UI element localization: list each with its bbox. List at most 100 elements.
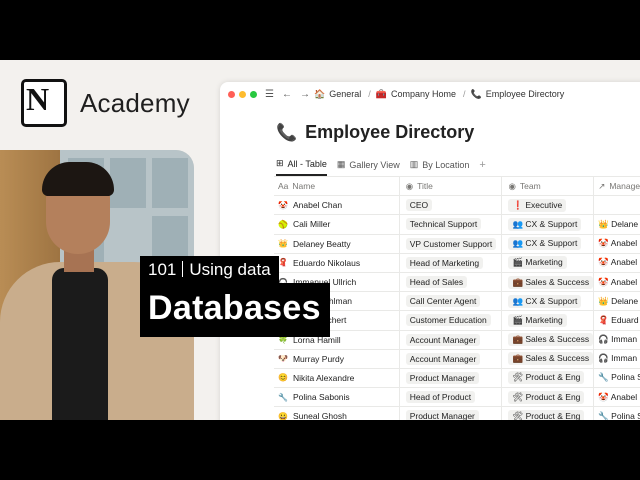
cell-manager[interactable]: 🎧 Imman	[594, 331, 640, 349]
forward-arrow-icon[interactable]: →	[300, 89, 310, 100]
avatar: 😀	[278, 411, 288, 420]
tab-all-table[interactable]: ⊞ All - Table	[276, 158, 327, 176]
team-tag: 🎬 Marketing	[508, 256, 567, 270]
cell-team[interactable]: 🛠 Product & Eng	[502, 388, 595, 407]
table-row[interactable]: 🐶 Murray Purdy Account Manager 💼 Sales & Su…	[274, 348, 640, 368]
cell-manager[interactable]: 👑 Delane	[594, 215, 640, 233]
brand: N Academy	[21, 79, 190, 127]
cell-name[interactable]: 🔧 Polina Sabonis	[274, 388, 400, 407]
title-tag: Account Manager	[405, 333, 481, 346]
cell-team[interactable]: 💼 Sales & Success	[502, 330, 595, 349]
table-row[interactable]: 🤡 Anabel Chan CEO ❗ Executive	[274, 195, 640, 215]
cell-name[interactable]: 🧣 Eduardo Nikolaus	[274, 253, 400, 272]
cell-name[interactable]: 🥎 Cali Miller	[274, 215, 400, 234]
table-row[interactable]: 👑 Delaney Beatty VP Customer Support 👥 CX &…	[274, 233, 640, 253]
column-header-name[interactable]: Aa Name	[274, 177, 400, 196]
cell-title[interactable]: Customer Education	[400, 311, 503, 330]
cell-manager[interactable]: 🧣 Eduard	[594, 311, 640, 329]
cell-manager[interactable]: 🔧 Polina S	[594, 407, 640, 420]
table-row[interactable]: 🧣 Eduardo Nikolaus Head of Marketing 🎬 Mark…	[274, 252, 640, 272]
tab-by-location[interactable]: ▥ By Location	[410, 159, 470, 175]
cell-name[interactable]: 👑 Delaney Beatty	[274, 234, 400, 253]
cell-team[interactable]: 🛠 Product & Eng	[502, 407, 595, 420]
add-view-button[interactable]: +	[479, 159, 485, 176]
cell-title[interactable]: Head of Product	[400, 388, 503, 407]
cell-team[interactable]: 💼 Sales & Success	[502, 349, 595, 368]
avatar: 🐶	[278, 354, 288, 364]
column-header-manager[interactable]: ↗ Manage	[594, 177, 640, 195]
cell-title[interactable]: Account Manager	[400, 330, 503, 349]
breadcrumb-general[interactable]: 🏠 General	[314, 89, 361, 100]
cell-manager[interactable]	[594, 196, 640, 214]
cell-name[interactable]: 😀 Suneal Ghosh	[274, 407, 400, 420]
cell-title[interactable]: Head of Sales	[400, 272, 503, 292]
tab-gallery-view[interactable]: ▦ Gallery View	[337, 159, 400, 175]
team-tag: 💼 Sales & Success	[508, 275, 594, 289]
breadcrumb-employee-directory[interactable]: 📞 Employee Directory	[471, 89, 565, 100]
table-row[interactable]: 🥎 Cali Miller Technical Support 👥 CX & Supp…	[274, 214, 640, 234]
cell-manager[interactable]: 🤡 Anabel	[594, 254, 640, 272]
cell-team[interactable]: 🎬 Marketing	[502, 311, 595, 330]
gallery-icon: ▦	[336, 159, 346, 169]
menu-icon[interactable]: ☰	[265, 89, 274, 100]
cell-title[interactable]: Product Manager	[400, 407, 503, 420]
breadcrumb-company-home[interactable]: 🧰 Company Home	[376, 89, 456, 100]
column-header-team[interactable]: ◉ Team	[502, 177, 595, 196]
cell-team[interactable]: 👥 CX & Support	[502, 215, 595, 234]
brand-name: Academy	[80, 87, 190, 118]
cell-title[interactable]: Technical Support	[400, 215, 503, 234]
cell-name[interactable]: 🐶 Murray Purdy	[274, 349, 400, 368]
board-icon: ▥	[409, 159, 419, 169]
cell-team[interactable]: 🛠 Product & Eng	[502, 368, 595, 388]
avatar: 🔧	[278, 392, 288, 402]
window-topbar: ☰ ← → 🏠 General / 🧰 Company Home / 📞 Employ…	[220, 82, 640, 106]
team-tag: 🛠 Product & Eng	[508, 409, 585, 420]
title-tag: Product Manager	[405, 410, 479, 420]
cell-manager[interactable]: 🎧 Imman	[594, 350, 640, 368]
avatar: 🧣	[278, 258, 288, 268]
cell-team[interactable]: 🎬 Marketing	[502, 253, 595, 272]
column-header-title[interactable]: ◉ Title	[400, 177, 503, 196]
cell-title[interactable]: CEO	[400, 196, 503, 215]
table-icon: ⊞	[276, 158, 284, 168]
table-row[interactable]: 🔧 Polina Sabonis Head of Product 🛠 Product …	[274, 387, 640, 407]
cell-manager[interactable]: 🤡 Anabel	[594, 273, 640, 291]
avatar: 🤡	[278, 200, 288, 210]
cell-team[interactable]: ❗ Executive	[502, 196, 595, 215]
avatar: 😊	[278, 373, 288, 383]
team-tag: 👥 CX & Support	[508, 237, 582, 251]
title-tag: Technical Support	[405, 218, 482, 231]
phone-icon: 📞	[470, 88, 482, 99]
phone-icon: 📞	[276, 122, 298, 142]
team-tag: 🛠 Product & Eng	[508, 371, 585, 385]
maximize-dot[interactable]	[250, 90, 257, 98]
avatar: 👑	[278, 239, 288, 249]
close-dot[interactable]	[228, 90, 235, 98]
cell-manager[interactable]: 👑 Delane	[594, 292, 640, 310]
team-tag: 👥 CX & Support	[508, 294, 582, 308]
page-title: 📞 Employee Directory	[276, 122, 475, 142]
back-arrow-icon[interactable]: ←	[282, 89, 292, 100]
cell-title[interactable]: VP Customer Support	[400, 234, 503, 253]
title-tag: VP Customer Support	[405, 237, 497, 250]
title-tag: Head of Marketing	[405, 256, 484, 269]
cell-team[interactable]: 👥 CX & Support	[502, 292, 595, 311]
cell-title[interactable]: Call Center Agent	[400, 292, 503, 311]
cell-name[interactable]: 🤡 Anabel Chan	[274, 196, 400, 215]
cell-team[interactable]: 👥 CX & Support	[502, 234, 595, 253]
cell-manager[interactable]: 🤡 Anabel	[594, 388, 640, 406]
cell-title[interactable]: Account Manager	[400, 349, 503, 368]
table-row[interactable]: 😀 Suneal Ghosh Product Manager 🛠 Product & …	[274, 406, 640, 420]
minimize-dot[interactable]	[239, 90, 246, 98]
cell-name[interactable]: 😊 Nikita Alexandre	[274, 368, 400, 388]
cell-title[interactable]: Product Manager	[400, 368, 503, 388]
title-tag: Head of Sales	[405, 276, 468, 289]
cell-manager[interactable]: 🤡 Anabel	[594, 235, 640, 253]
cell-title[interactable]: Head of Marketing	[400, 253, 503, 272]
cell-manager[interactable]: 🔧 Polina S	[594, 369, 640, 387]
notion-window: ☰ ← → 🏠 General / 🧰 Company Home / 📞 Employ…	[220, 82, 640, 420]
table-row[interactable]: 😊 Nikita Alexandre Product Manager 🛠 Produc…	[274, 367, 640, 388]
cell-team[interactable]: 💼 Sales & Success	[502, 272, 595, 292]
team-tag: 💼 Sales & Success	[508, 333, 594, 347]
team-tag: 🎬 Marketing	[508, 313, 567, 327]
